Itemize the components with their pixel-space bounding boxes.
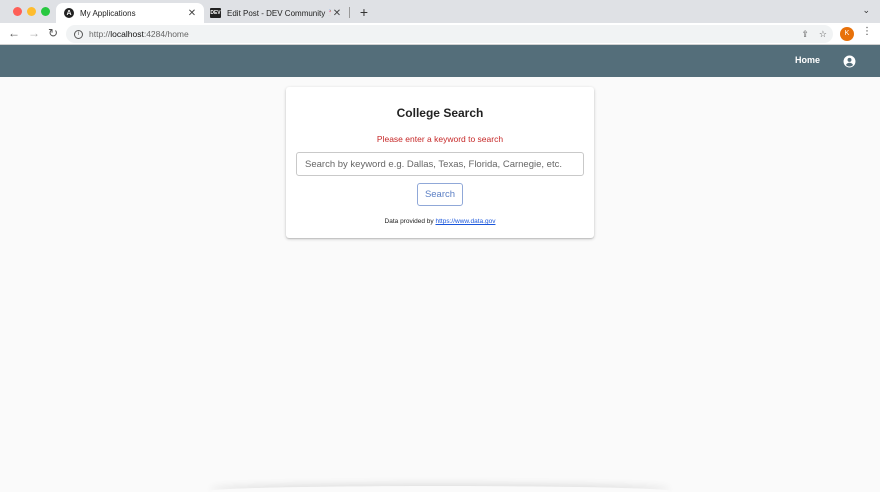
address-bar[interactable]: i http://localhost:4284/home ⇪ ☆	[66, 25, 833, 43]
reload-icon[interactable]: ↻	[45, 25, 61, 41]
credit-prefix: Data provided by	[384, 218, 436, 225]
home-link[interactable]: Home	[795, 55, 820, 65]
share-icon[interactable]: ⇪	[801, 25, 809, 43]
url-host: localhost	[110, 29, 144, 39]
window-maximize-button[interactable]	[41, 7, 50, 16]
account-circle-icon[interactable]	[843, 55, 856, 68]
new-tab-button[interactable]: +	[356, 3, 372, 21]
angular-icon: A	[64, 8, 74, 18]
search-input[interactable]	[296, 152, 584, 176]
chevron-down-icon[interactable]: ⌄	[862, 5, 870, 16]
browser-toolbar: ← → ↻ i http://localhost:4284/home ⇪ ☆ K…	[0, 23, 880, 45]
back-arrow-icon[interactable]: ←	[6, 25, 22, 41]
window-minimize-button[interactable]	[27, 7, 36, 16]
card-title: College Search	[396, 106, 484, 120]
window-bottom-shadow	[210, 486, 670, 492]
data-gov-link[interactable]: https://www.data.gov	[435, 218, 495, 225]
search-button[interactable]: Search	[417, 183, 463, 206]
tab-divider	[349, 7, 350, 18]
more-menu-icon[interactable]: ⋮	[862, 26, 872, 37]
star-icon[interactable]: ☆	[819, 25, 827, 43]
info-icon[interactable]: i	[74, 29, 83, 39]
url-prefix: http://	[89, 29, 111, 39]
window-close-button[interactable]	[13, 7, 22, 16]
profile-avatar[interactable]: K	[840, 27, 854, 41]
search-card: College Search Please enter a keyword to…	[286, 87, 594, 238]
tab-my-applications[interactable]: A My Applications ✕	[56, 3, 204, 23]
validation-message: Please enter a keyword to search	[376, 134, 504, 144]
url-path: :4284/home	[143, 29, 189, 39]
close-icon[interactable]: ✕	[331, 8, 343, 19]
forward-arrow-icon[interactable]: →	[26, 25, 42, 41]
dev-icon: DEV	[210, 8, 221, 18]
close-icon[interactable]: ✕	[186, 8, 198, 19]
tab-title: My Applications	[80, 8, 136, 18]
tab-title: Edit Post - DEV Community 🦄 :	[227, 8, 331, 18]
app-header: Home	[0, 45, 880, 77]
browser-tab-strip: A My Applications ✕ DEV Edit Post - DEV …	[0, 0, 880, 23]
tab-edit-post[interactable]: DEV Edit Post - DEV Community 🦄 : ✕	[205, 3, 349, 23]
data-credit: Data provided by https://www.data.gov	[286, 218, 594, 225]
